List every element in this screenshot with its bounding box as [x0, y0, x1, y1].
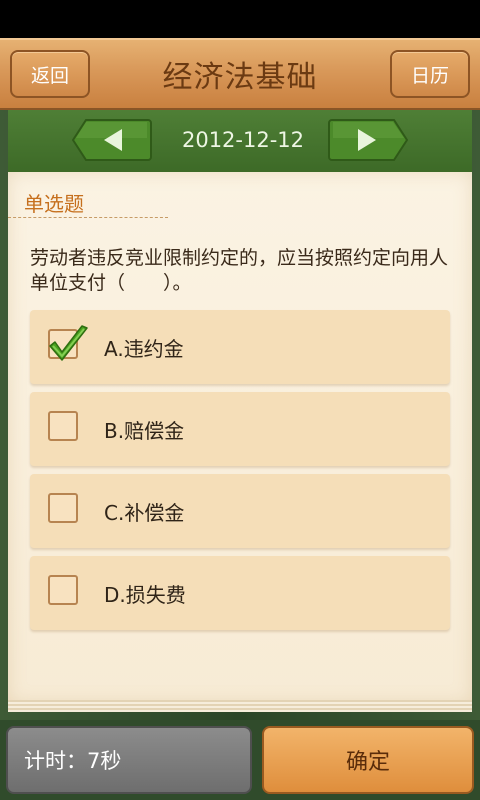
back-button[interactable]: 返回: [10, 50, 90, 98]
next-date-button[interactable]: [328, 118, 408, 162]
option-d-label: D.损失费: [104, 582, 186, 607]
previous-date-button[interactable]: [72, 118, 152, 162]
option-b-checkbox[interactable]: [48, 411, 78, 441]
timer-display: 计时：7秒: [6, 726, 252, 794]
option-c-label: C.补偿金: [104, 500, 185, 525]
question-text: 劳动者违反竞业限制约定的，应当按照约定向用人单位支付（ ）。: [30, 247, 449, 294]
option-d[interactable]: D.损失费: [30, 556, 450, 630]
option-a-label: A.违约金: [104, 336, 184, 361]
check-mark-icon: [49, 325, 88, 361]
current-date: 2012-12-12: [181, 128, 305, 152]
calendar-button[interactable]: 日历: [390, 50, 470, 98]
confirm-button[interactable]: 确定: [262, 726, 474, 794]
option-b[interactable]: B.赔偿金: [30, 392, 450, 466]
page-title: 经济法基础: [162, 60, 318, 95]
option-c-checkbox[interactable]: [48, 493, 78, 523]
option-a[interactable]: A.违约金: [30, 310, 450, 384]
option-c[interactable]: C.补偿金: [30, 474, 450, 548]
app-header: 返回 经济法基础 日历: [0, 38, 480, 110]
status-bar: [0, 0, 480, 38]
option-d-checkbox[interactable]: [48, 575, 78, 605]
question-type-label: 单选题: [24, 192, 84, 216]
divider: [8, 217, 168, 218]
option-b-label: B.赔偿金: [104, 418, 185, 443]
paper-edge: [8, 700, 472, 712]
